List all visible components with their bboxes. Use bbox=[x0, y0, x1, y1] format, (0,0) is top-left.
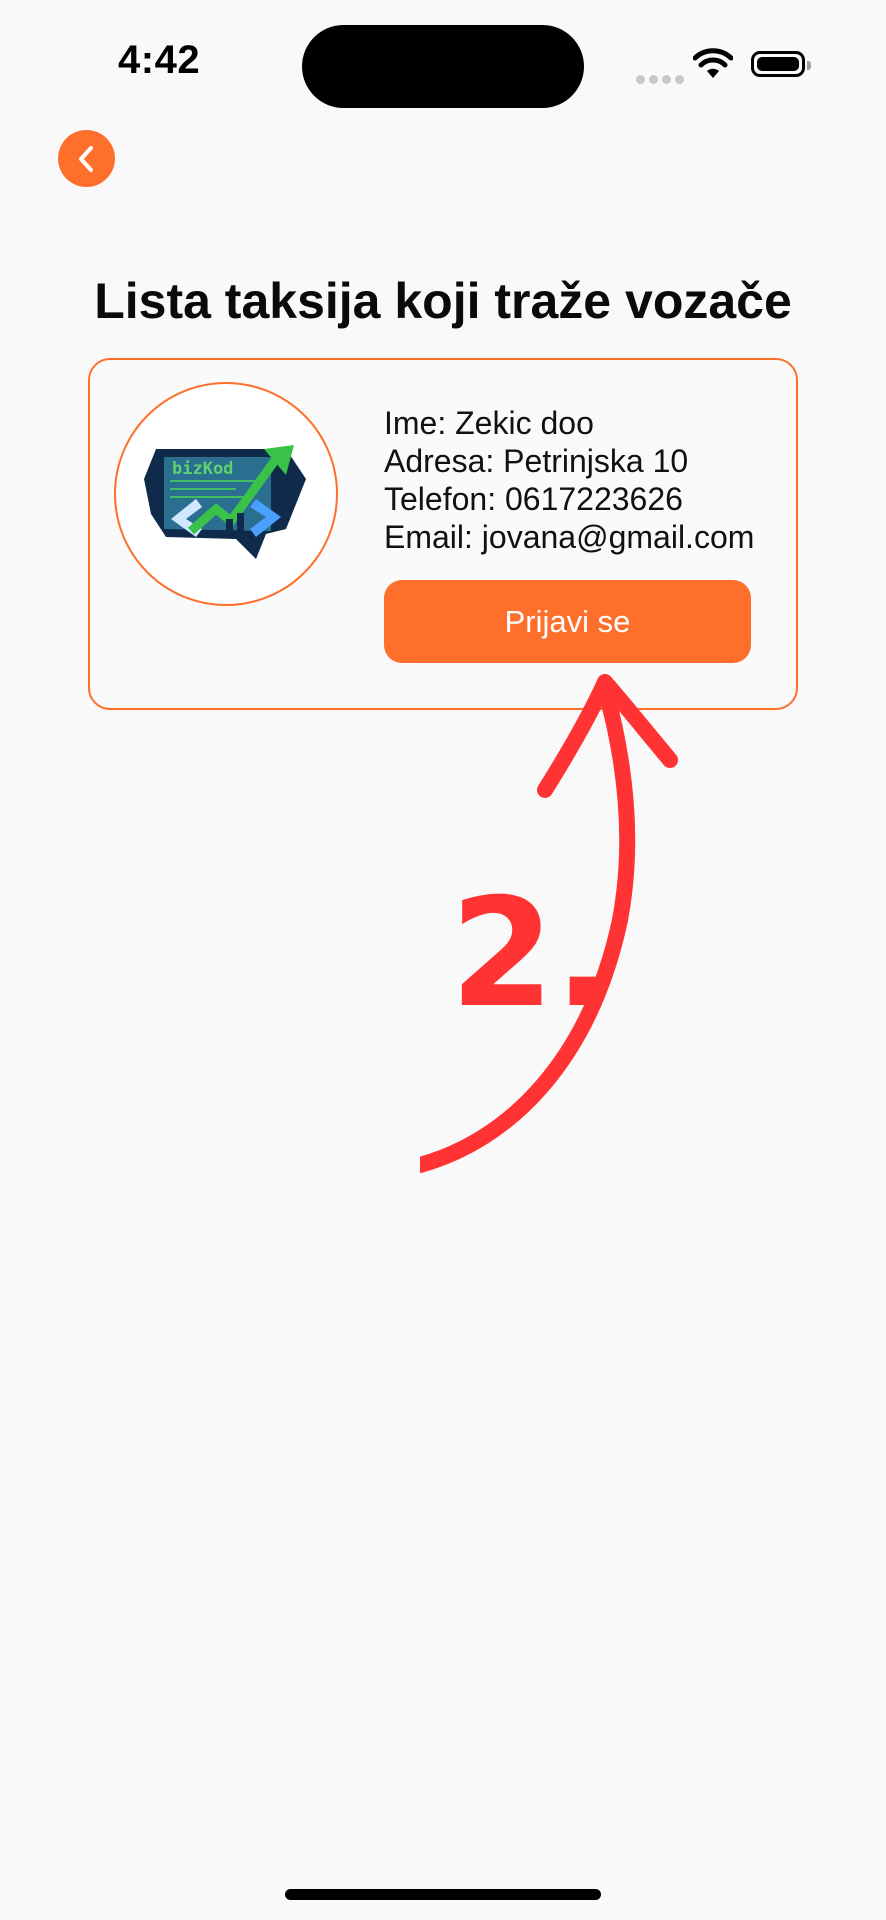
apply-button[interactable]: Prijavi se bbox=[384, 580, 751, 663]
company-logo: bizKod bbox=[114, 382, 338, 606]
company-phone: Telefon: 0617223626 bbox=[384, 481, 683, 517]
chevron-left-icon bbox=[78, 145, 93, 172]
status-time: 4:42 bbox=[118, 38, 201, 82]
logo-text: bizKod bbox=[172, 459, 233, 479]
annotation-label: 2. bbox=[450, 867, 611, 1041]
company-address: Adresa: Petrinjska 10 bbox=[384, 443, 689, 479]
page-title: Lista taksija koji traže vozače bbox=[94, 273, 792, 329]
bizkod-logo-icon: bizKod bbox=[144, 445, 306, 559]
back-button[interactable] bbox=[58, 130, 115, 187]
status-bar: 4:42 bbox=[0, 0, 886, 130]
dynamic-island bbox=[302, 25, 584, 108]
company-name: Ime: Zekic doo bbox=[384, 405, 594, 441]
battery-icon bbox=[751, 51, 811, 77]
wifi-icon bbox=[693, 48, 733, 78]
company-email: Email: jovana@gmail.com bbox=[384, 519, 755, 555]
home-indicator[interactable] bbox=[285, 1889, 601, 1900]
annotation-arrow: 2. bbox=[420, 674, 678, 1173]
company-info: Ime: Zekic doo Adresa: Petrinjska 10 Tel… bbox=[384, 404, 754, 556]
cellular-signal-icon bbox=[636, 71, 688, 89]
company-card: bizKod Ime: Zekic doo Adresa: Petrinjska… bbox=[88, 358, 798, 710]
